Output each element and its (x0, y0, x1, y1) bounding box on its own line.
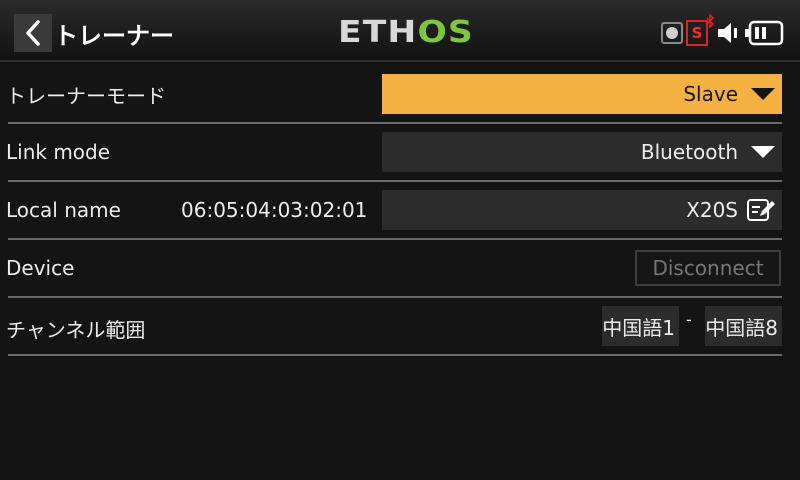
link-mode-value: Bluetooth (640, 140, 738, 164)
local-address: 06:05:04:03:02:01 (181, 198, 368, 222)
record-icon (661, 22, 683, 44)
device-label: Device (6, 256, 75, 280)
channel-range-end[interactable]: 中国語8 (705, 306, 782, 346)
ethos-logo: ETHOS (338, 15, 474, 50)
chevron-down-icon (751, 88, 775, 100)
divider (8, 238, 782, 240)
page-title: トレーナー (54, 22, 174, 50)
local-name-field[interactable]: X20S (382, 190, 782, 230)
channel-range-separator: - (686, 310, 692, 329)
divider (8, 354, 782, 356)
top-bar: トレーナー ETHOS S (0, 0, 800, 62)
channel-range-start[interactable]: 中国語1 (602, 306, 679, 346)
divider (8, 180, 782, 182)
divider (8, 122, 782, 124)
channel-range-label: チャンネル範囲 (6, 318, 146, 342)
chevron-down-icon (751, 146, 775, 158)
link-mode-label: Link mode (6, 140, 111, 164)
bluetooth-icon (706, 14, 715, 28)
link-mode-dropdown[interactable]: Bluetooth (382, 132, 782, 172)
disconnect-button[interactable]: Disconnect (635, 250, 781, 286)
trainer-mode-label: トレーナーモード (6, 84, 166, 108)
local-name-label: Local name (6, 198, 121, 222)
divider (8, 296, 782, 298)
trainer-mode-dropdown[interactable]: Slave (382, 74, 782, 114)
speaker-icon (718, 23, 737, 43)
local-name-value: X20S (686, 198, 738, 222)
trainer-mode-value: Slave (683, 82, 738, 106)
edit-icon (747, 199, 775, 221)
battery-icon (745, 20, 784, 46)
back-icon (26, 20, 40, 46)
back-button[interactable] (14, 14, 52, 52)
